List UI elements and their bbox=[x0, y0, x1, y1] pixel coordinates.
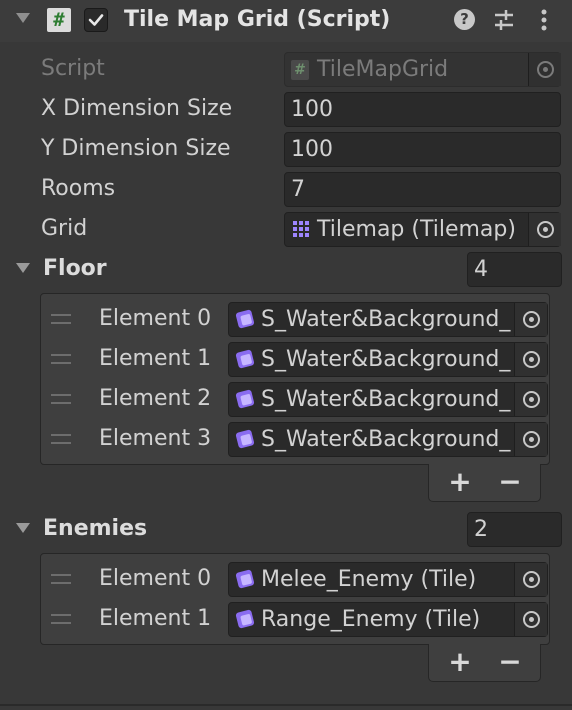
grid-value: Tilemap (Tilemap) bbox=[317, 217, 516, 242]
script-field-value: TileMapGrid bbox=[317, 57, 449, 82]
x-dimension-field[interactable]: 100 bbox=[284, 92, 561, 127]
floor-element-field[interactable]: S_Water&Background_ bbox=[228, 302, 548, 337]
rooms-label: Rooms bbox=[41, 176, 116, 201]
rooms-value[interactable]: 7 bbox=[291, 173, 305, 206]
x-dimension-label: X Dimension Size bbox=[41, 96, 233, 121]
floor-size-field[interactable]: 4 bbox=[467, 252, 562, 287]
floor-element-value: S_Water&Background_ bbox=[261, 307, 511, 332]
drag-handle-icon[interactable] bbox=[51, 394, 71, 404]
script-icon: # bbox=[47, 8, 71, 32]
help-icon[interactable]: ? bbox=[454, 9, 475, 30]
floor-fold-icon[interactable] bbox=[16, 263, 30, 273]
enemies-size-field[interactable]: 2 bbox=[467, 512, 562, 547]
floor-label[interactable]: Floor bbox=[43, 255, 107, 283]
rooms-field[interactable]: 7 bbox=[284, 172, 561, 207]
component-title: Tile Map Grid (Script) bbox=[124, 7, 391, 32]
floor-element-label: Element 1 bbox=[99, 346, 212, 371]
floor-add-button[interactable]: + bbox=[445, 468, 475, 496]
tile-asset-icon bbox=[235, 429, 255, 449]
floor-element-label: Element 0 bbox=[99, 306, 212, 331]
enemies-size-value[interactable]: 2 bbox=[474, 513, 488, 546]
enemy-element-label: Element 1 bbox=[99, 606, 212, 631]
x-dimension-value[interactable]: 100 bbox=[291, 93, 333, 126]
object-picker-icon[interactable] bbox=[514, 563, 547, 596]
enemy-element-field[interactable]: Range_Enemy (Tile) bbox=[228, 602, 548, 637]
floor-element-value: S_Water&Background_ bbox=[261, 387, 511, 412]
drag-handle-icon[interactable] bbox=[51, 314, 71, 324]
enemies-remove-button[interactable]: − bbox=[495, 648, 525, 676]
enemies-fold-icon[interactable] bbox=[16, 523, 30, 533]
enabled-checkbox[interactable] bbox=[84, 8, 108, 32]
sliders-icon[interactable] bbox=[492, 8, 516, 32]
floor-element-field[interactable]: S_Water&Background_ bbox=[228, 342, 548, 377]
tile-asset-icon bbox=[235, 309, 255, 329]
floor-remove-button[interactable]: − bbox=[495, 468, 525, 496]
y-dimension-label: Y Dimension Size bbox=[41, 136, 231, 161]
floor-element-field[interactable]: S_Water&Background_ bbox=[228, 382, 548, 417]
tilemap-grid-icon bbox=[293, 221, 309, 237]
floor-element-value: S_Water&Background_ bbox=[261, 347, 511, 372]
checkmark-icon bbox=[88, 14, 104, 26]
tile-asset-icon bbox=[235, 609, 255, 629]
divider bbox=[0, 704, 572, 706]
kebab-menu-icon[interactable] bbox=[536, 8, 552, 34]
y-dimension-field[interactable]: 100 bbox=[284, 132, 561, 167]
floor-element-value: S_Water&Background_ bbox=[261, 427, 511, 452]
object-picker-icon[interactable] bbox=[514, 383, 547, 416]
enemy-element-label: Element 0 bbox=[99, 566, 212, 591]
tile-asset-icon bbox=[235, 389, 255, 409]
drag-handle-icon[interactable] bbox=[51, 354, 71, 364]
chevron-down-icon[interactable] bbox=[16, 13, 30, 23]
floor-element-field[interactable]: S_Water&Background_ bbox=[228, 422, 548, 457]
floor-size-value[interactable]: 4 bbox=[474, 253, 488, 286]
object-picker-icon[interactable] bbox=[514, 303, 547, 336]
drag-handle-icon[interactable] bbox=[51, 614, 71, 624]
enemies-label[interactable]: Enemies bbox=[43, 515, 147, 543]
object-picker-icon[interactable] bbox=[514, 343, 547, 376]
floor-element-label: Element 2 bbox=[99, 386, 212, 411]
object-picker-icon[interactable] bbox=[514, 603, 547, 636]
y-dimension-value[interactable]: 100 bbox=[291, 133, 333, 166]
drag-handle-icon[interactable] bbox=[51, 574, 71, 584]
enemy-element-field[interactable]: Melee_Enemy (Tile) bbox=[228, 562, 548, 597]
enemy-element-value: Melee_Enemy (Tile) bbox=[261, 567, 477, 592]
tile-asset-icon bbox=[235, 569, 255, 589]
tile-asset-icon bbox=[235, 349, 255, 369]
drag-handle-icon[interactable] bbox=[51, 434, 71, 444]
floor-element-label: Element 3 bbox=[99, 426, 212, 451]
object-picker-icon[interactable] bbox=[528, 213, 561, 246]
enemies-add-button[interactable]: + bbox=[445, 648, 475, 676]
script-label: Script bbox=[41, 56, 105, 81]
enemy-element-value: Range_Enemy (Tile) bbox=[261, 607, 481, 632]
script-icon: # bbox=[291, 60, 309, 80]
object-picker-icon bbox=[528, 53, 561, 86]
grid-label: Grid bbox=[41, 216, 88, 241]
grid-object-field[interactable]: Tilemap (Tilemap) bbox=[284, 212, 561, 247]
object-picker-icon[interactable] bbox=[514, 423, 547, 456]
script-field: # TileMapGrid bbox=[284, 52, 561, 87]
